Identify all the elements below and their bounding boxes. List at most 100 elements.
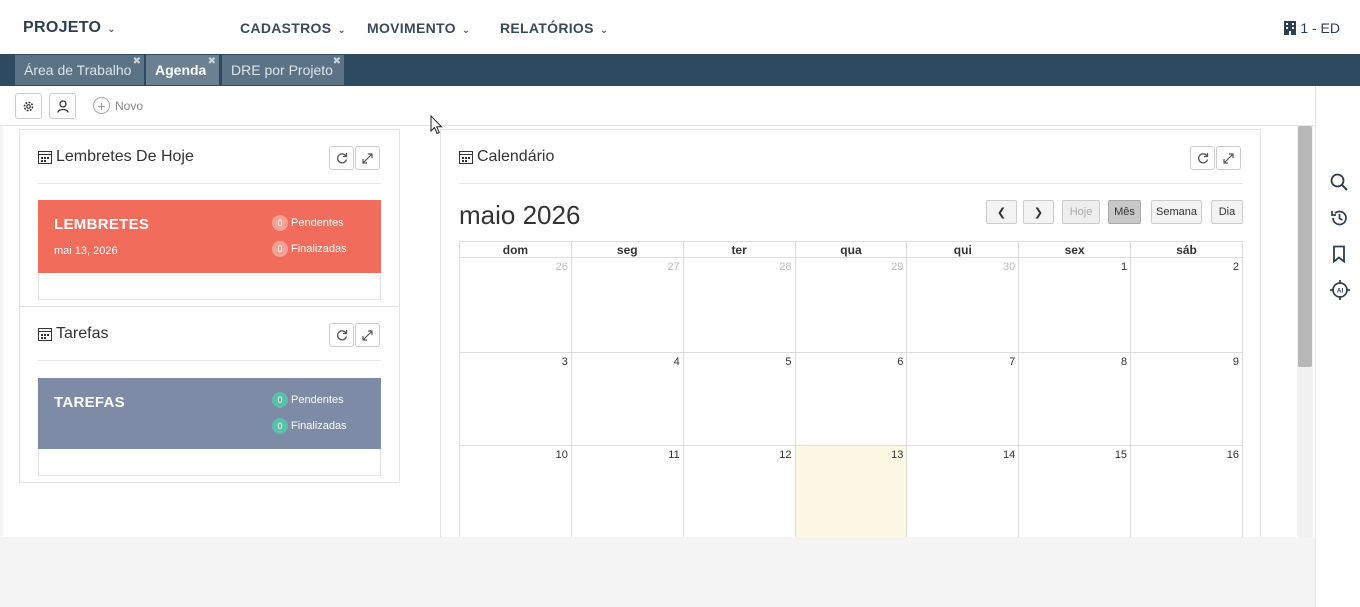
day-cell[interactable]: 5 — [682, 352, 796, 446]
weekday-header: ter — [682, 241, 796, 258]
divider — [38, 183, 381, 184]
reminders-pending: 0 Pendentes — [272, 215, 344, 231]
building-icon — [1284, 21, 1297, 35]
day-cell[interactable]: 6 — [794, 352, 908, 446]
divider — [38, 360, 381, 361]
divider — [459, 183, 1243, 184]
tab-dre-por-projeto[interactable]: DRE por Projeto ✖ — [222, 55, 345, 85]
week-view-button[interactable]: Semana — [1151, 200, 1202, 224]
next-month-button[interactable]: ❯ — [1023, 200, 1054, 224]
month-view-button[interactable]: Mês — [1108, 200, 1141, 224]
settings-button[interactable] — [15, 93, 42, 119]
day-cell[interactable]: 3 — [459, 352, 572, 446]
day-cell[interactable]: 4 — [570, 352, 684, 446]
tab-agenda[interactable]: Agenda ✖ — [146, 55, 220, 85]
menu-relatorios[interactable]: RELATÓRIOS ⌄ — [500, 20, 608, 36]
today-cell[interactable]: 13 — [794, 445, 908, 537]
tasks-title: Tarefas — [38, 325, 108, 343]
refresh-tasks-button[interactable] — [329, 323, 354, 347]
new-button[interactable]: + Novo — [93, 97, 143, 114]
day-view-button[interactable]: Dia — [1211, 200, 1243, 224]
day-cell[interactable]: 28 — [682, 257, 796, 353]
refresh-icon — [1197, 153, 1208, 164]
new-label: Novo — [115, 98, 144, 113]
prev-month-button[interactable]: ❮ — [986, 200, 1017, 224]
tab-bar: Área de Trabalho ✖ Agenda ✖ DRE por Projet… — [0, 54, 1360, 86]
calendar-month-label: maio 2026 — [459, 200, 581, 230]
tasks-card[interactable]: TAREFAS 0 Pendentes 0 Finalizadas — [38, 378, 381, 449]
chevron-down-icon: ⌄ — [337, 25, 347, 36]
company-selector[interactable]: 1 - ED — [1284, 20, 1340, 36]
close-icon[interactable]: ✖ — [208, 56, 216, 67]
day-cell[interactable]: 16 — [1130, 445, 1243, 537]
day-cell[interactable]: 2 — [1130, 257, 1243, 353]
reminders-done: 0 Finalizadas — [272, 241, 347, 257]
day-cell[interactable]: 11 — [570, 445, 684, 537]
pending-label: Pendentes — [291, 394, 344, 406]
dashboard-content: Lembretes De Hoje LEMBRETES mai 13, 2026… — [3, 126, 1315, 537]
weekday-header: qua — [794, 241, 908, 258]
day-cell[interactable]: 10 — [459, 445, 572, 537]
close-icon[interactable]: ✖ — [333, 56, 341, 67]
refresh-calendar-button[interactable] — [1190, 146, 1215, 170]
refresh-reminders-button[interactable] — [329, 146, 354, 170]
gear-icon — [23, 101, 34, 111]
reminders-card-title: LEMBRETES — [54, 216, 150, 233]
tab-area-de-trabalho[interactable]: Área de Trabalho ✖ — [15, 55, 145, 85]
expand-reminders-button[interactable] — [355, 146, 380, 170]
search-icon — [1330, 173, 1348, 191]
user-button[interactable] — [49, 93, 76, 119]
reminders-card[interactable]: LEMBRETES mai 13, 2026 0 Pendentes 0 Final… — [38, 200, 381, 273]
menu-label: CADASTROS — [240, 20, 332, 36]
reminders-date: mai 13, 2026 — [54, 245, 118, 257]
menu-cadastros[interactable]: CADASTROS ⌄ — [240, 20, 346, 36]
day-cell[interactable]: 12 — [682, 445, 796, 537]
weekday-header: dom — [459, 241, 572, 258]
day-cell[interactable]: 27 — [570, 257, 684, 353]
toolbar: + Novo — [0, 86, 1315, 126]
day-cell[interactable]: 9 — [1130, 352, 1243, 446]
calendar-title: Calendário — [459, 148, 554, 166]
expand-icon — [362, 152, 373, 164]
scrollbar-thumb[interactable] — [1298, 126, 1312, 367]
search-button[interactable] — [1330, 173, 1348, 196]
day-cell[interactable]: 30 — [906, 257, 1020, 353]
chevron-down-icon: ⌄ — [599, 25, 609, 36]
today-button[interactable]: Hoje — [1062, 200, 1100, 224]
vertical-scrollbar[interactable] — [1297, 126, 1313, 537]
day-cell[interactable]: 7 — [906, 352, 1020, 446]
tasks-card-footer — [38, 449, 381, 476]
expand-calendar-button[interactable] — [1216, 146, 1241, 170]
bookmark-button[interactable] — [1330, 245, 1348, 268]
day-cell[interactable]: 1 — [1018, 257, 1132, 353]
history-button[interactable] — [1330, 209, 1348, 232]
expand-tasks-button[interactable] — [355, 323, 380, 347]
close-icon[interactable]: ✖ — [133, 56, 141, 67]
day-cell[interactable]: 8 — [1018, 352, 1132, 446]
company-label: 1 - ED — [1300, 20, 1340, 36]
reminders-title: Lembretes De Hoje — [38, 148, 194, 166]
menu-movimento[interactable]: MOVIMENTO ⌄ — [367, 20, 470, 36]
pending-count-badge: 0 — [272, 392, 288, 408]
svg-text:AI: AI — [1337, 288, 1344, 295]
weekday-header-row: dom seg ter qua qui sex sáb — [459, 241, 1243, 258]
calendar-week-row: 26 27 28 29 30 1 2 — [459, 257, 1243, 353]
tasks-done: 0 Finalizadas — [272, 418, 347, 434]
chevron-down-icon: ⌄ — [461, 25, 471, 36]
user-icon — [56, 99, 69, 113]
done-label: Finalizadas — [291, 243, 347, 255]
day-cell[interactable]: 26 — [459, 257, 572, 353]
refresh-icon — [336, 330, 347, 341]
day-cell[interactable]: 15 — [1018, 445, 1132, 537]
history-icon — [1331, 210, 1347, 226]
day-cell[interactable]: 14 — [906, 445, 1020, 537]
weekday-header: sáb — [1130, 241, 1243, 258]
chevron-right-icon: ❯ — [1033, 206, 1044, 219]
brand-menu[interactable]: PROJETO ⌄ — [23, 19, 116, 37]
bookmark-icon — [1333, 245, 1345, 264]
ai-assistant-button[interactable]: AI — [1330, 280, 1350, 305]
day-cell[interactable]: 29 — [794, 257, 908, 353]
calendar-icon — [38, 151, 52, 164]
pending-label: Pendentes — [291, 217, 344, 229]
top-navbar: PROJETO ⌄ CADASTROS ⌄ MOVIMENTO ⌄ RELATÓRIO… — [0, 0, 1360, 54]
